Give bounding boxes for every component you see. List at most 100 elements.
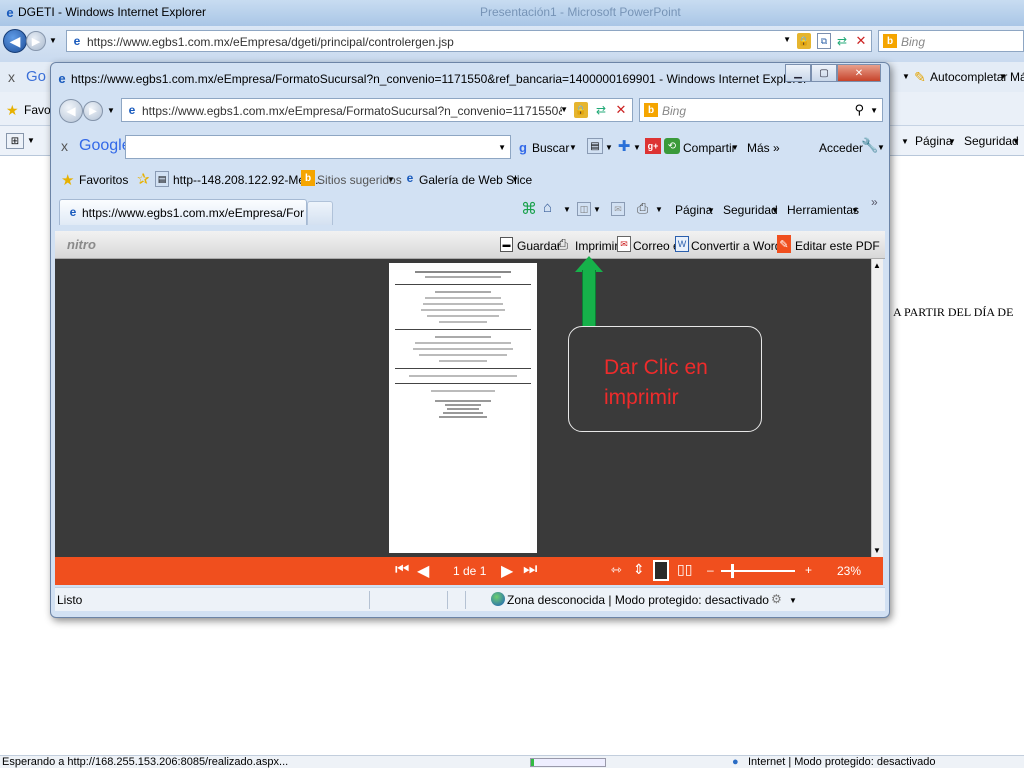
quick-tabs-icon[interactable]: ⊞ (6, 133, 24, 149)
zoom-in-button[interactable]: + (805, 563, 812, 577)
add-favorite-icon[interactable]: ✰ (137, 170, 150, 188)
google-close-icon[interactable]: x (61, 138, 68, 154)
stop-icon[interactable]: ✕ (854, 33, 868, 49)
prev-page-icon[interactable]: ◀ (417, 561, 429, 581)
lock-icon[interactable]: 🔒 (797, 33, 811, 49)
google-mas-button[interactable]: Más » (747, 141, 780, 155)
nitro-editar-button[interactable]: Editar este PDF (795, 239, 880, 253)
tab-active[interactable]: e https://www.egbs1.com.mx/eEmpresa/Form… (59, 199, 307, 225)
bg-dropdown-icon[interactable]: ▼ (902, 72, 910, 81)
bg-security-dropdown-icon[interactable]: ▼ (1012, 137, 1020, 146)
buscar-dropdown-icon[interactable]: ▼ (569, 143, 577, 152)
zoom-slider-thumb[interactable] (731, 564, 734, 578)
security-status-dropdown-icon[interactable]: ▼ (789, 596, 797, 605)
home-dropdown-icon[interactable]: ▼ (563, 205, 571, 214)
security-menu-dropdown-icon[interactable]: ▼ (771, 206, 779, 215)
compat-icon[interactable]: ⧉ (817, 33, 831, 49)
popup-forward-button[interactable]: ▶ (83, 101, 103, 121)
tools-menu[interactable]: Herramientas (787, 203, 859, 217)
popup-back-button[interactable]: ◀ (59, 99, 83, 123)
bg-more[interactable]: Má (1010, 70, 1024, 84)
bg-forward-button[interactable]: ▶ (26, 31, 46, 51)
bg-autocomplete[interactable]: Autocompletar (930, 70, 1007, 84)
favorites-item-menu[interactable]: http--148.208.122.92-Men... (173, 173, 322, 187)
popup-history-dropdown-icon[interactable]: ▼ (107, 106, 115, 115)
email-pdf-icon[interactable]: ✉ (617, 236, 631, 252)
nitro-guardar-button[interactable]: Guardar (517, 239, 561, 253)
scroll-down-icon[interactable]: ▼ (873, 546, 881, 555)
google-puzzle-icon[interactable]: ✚ (615, 137, 633, 155)
single-page-icon[interactable] (653, 560, 669, 581)
save-icon[interactable]: ▬ (500, 237, 513, 252)
nitro-imprimir-button[interactable]: Imprimir (575, 239, 618, 253)
two-page-icon[interactable]: ▯▯ (677, 561, 692, 578)
popup-stop-icon[interactable]: ✕ (614, 102, 628, 118)
vertical-scrollbar[interactable]: ▲ ▼ (871, 259, 883, 557)
wrench-icon[interactable]: 🔧 (861, 137, 878, 154)
suggested-dropdown-icon[interactable]: ▼ (387, 175, 395, 184)
last-page-icon[interactable]: ⏭ (523, 561, 537, 579)
webslice-dropdown-icon[interactable]: ▼ (511, 175, 519, 184)
new-tab-button[interactable] (307, 201, 333, 225)
chevron-more-icon[interactable]: » (871, 195, 878, 209)
tools-menu-dropdown-icon[interactable]: ▼ (851, 206, 859, 215)
google-compartir-button[interactable]: Compartir (683, 141, 736, 155)
first-page-icon[interactable]: ⏮ (395, 561, 409, 579)
zoom-out-button[interactable]: – (707, 563, 714, 577)
google-search-dropdown-icon[interactable]: ▼ (498, 143, 506, 152)
nitro-print-icon[interactable]: ⎙ (557, 236, 568, 253)
bg-page-dropdown-icon[interactable]: ▼ (948, 137, 956, 146)
edit-pdf-icon[interactable]: ✎ (777, 235, 791, 253)
news-dropdown-icon[interactable]: ▼ (605, 143, 613, 152)
puzzle-dropdown-icon[interactable]: ▼ (633, 143, 641, 152)
page-menu-dropdown-icon[interactable]: ▼ (707, 206, 715, 215)
close-button[interactable]: ✕ (837, 64, 881, 82)
feeds-icon[interactable]: ◫ (577, 202, 591, 216)
popup-search-box[interactable]: b Bing ⚲ ▼ (639, 98, 883, 122)
bg-history-dropdown-icon[interactable]: ▼ (49, 36, 57, 45)
nitro-convertir-button[interactable]: Convertir a Word (691, 239, 781, 253)
bg-google-close-icon[interactable]: x (8, 69, 15, 85)
security-status-icon[interactable]: ⚙ (771, 592, 782, 606)
wrench-dropdown-icon[interactable]: ▼ (877, 143, 885, 152)
home-icon[interactable]: ⌂ (543, 199, 552, 216)
favorites-button[interactable]: Favoritos (79, 173, 128, 187)
share-icon[interactable]: ⟲ (664, 138, 680, 154)
bg-page-menu[interactable]: Página (915, 134, 952, 148)
minimize-button[interactable]: ▁ (785, 64, 811, 82)
popup-address-bar[interactable]: e https://www.egbs1.com.mx/eEmpresa/Form… (121, 98, 633, 122)
feeds-dropdown-icon[interactable]: ▼ (593, 205, 601, 214)
web-slice-feed-icon[interactable]: ⌘ (521, 199, 537, 219)
compartir-dropdown-icon[interactable]: ▼ (731, 143, 739, 152)
mail-icon[interactable]: ✉ (611, 202, 625, 216)
fit-height-icon[interactable]: ⇕ (633, 561, 645, 578)
popup-address-dropdown-icon[interactable]: ▼ (560, 105, 568, 114)
next-page-icon[interactable]: ▶ (501, 561, 513, 581)
word-icon[interactable]: W (675, 236, 689, 252)
fit-width-icon[interactable]: ⇿ (611, 562, 622, 578)
bg-security-menu[interactable]: Seguridad (964, 134, 1019, 148)
maximize-button[interactable]: ▢ (811, 64, 837, 82)
print-dropdown-icon[interactable]: ▼ (655, 205, 663, 214)
bg-search-box[interactable]: b Bing (878, 30, 1024, 52)
popup-refresh-icon[interactable]: ⇄ (594, 102, 608, 118)
search-dropdown-icon[interactable]: ▼ (870, 106, 878, 115)
print-icon[interactable]: ⎙ (637, 200, 648, 217)
bg-back-button[interactable]: ◀ (3, 29, 27, 53)
popup-lock-icon[interactable]: 🔒 (574, 102, 588, 118)
quick-tabs-dropdown-icon[interactable]: ▼ (27, 136, 35, 145)
autocomplete-dropdown-icon[interactable]: ▼ (999, 72, 1007, 81)
google-search-input[interactable]: ▼ (125, 135, 511, 159)
refresh-icon[interactable]: ⇄ (835, 33, 849, 49)
bg-cmd-dropdown-icon[interactable]: ▼ (901, 137, 909, 146)
address-dropdown-icon[interactable]: ▼ (783, 35, 791, 44)
search-icon[interactable]: ⚲ (854, 102, 864, 118)
page-indicator[interactable]: 1 de 1 (453, 564, 486, 578)
google-buscar-button[interactable]: Buscar (532, 141, 569, 155)
google-acceder-button[interactable]: Acceder (819, 141, 863, 155)
security-menu[interactable]: Seguridad (723, 203, 778, 217)
google-news-icon[interactable]: ▤ (587, 138, 603, 154)
scroll-up-icon[interactable]: ▲ (873, 261, 881, 270)
google-plus-icon[interactable]: g+ (645, 138, 661, 154)
bg-address-bar[interactable]: e https://www.egbs1.com.mx/eEmpresa/dget… (66, 30, 872, 52)
